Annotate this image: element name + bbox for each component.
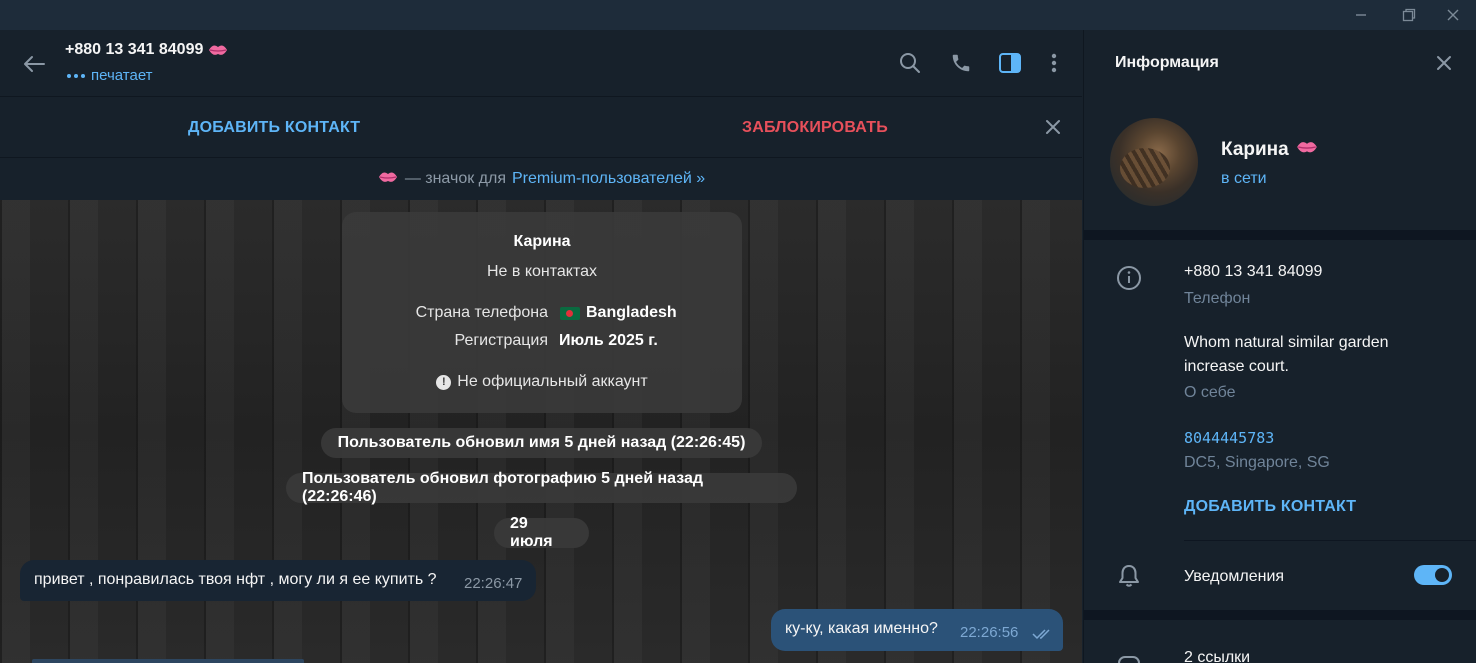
- divider-line: [1184, 540, 1476, 541]
- typing-status: печатает: [67, 67, 153, 84]
- info-icon: [1115, 264, 1143, 292]
- date-separator: 29 июля: [494, 515, 589, 550]
- partial-message-bubble: [32, 659, 304, 663]
- profile-name-text: Карина: [1221, 139, 1289, 160]
- add-contact-button[interactable]: ДОБАВИТЬ КОНТАКТ: [1184, 498, 1356, 516]
- exclamation-icon: !: [436, 374, 452, 390]
- panel-title: Информация: [1115, 54, 1219, 71]
- links-count[interactable]: 2 ссылки: [1184, 649, 1250, 663]
- unofficial-account-note: ! Не официальный аккаунт: [342, 373, 742, 391]
- online-status: в сети: [1221, 170, 1267, 187]
- incoming-message[interactable]: привет , понравилась твоя нфт , могу ли …: [20, 560, 536, 601]
- phone-number[interactable]: +880 13 341 84099: [1184, 263, 1322, 281]
- message-time: 22:26:47: [464, 575, 523, 592]
- premium-link[interactable]: Premium-пользователей »: [512, 170, 705, 188]
- avatar[interactable]: [1110, 118, 1198, 206]
- premium-notice-text: — значок для: [404, 170, 506, 187]
- typing-dots-icon: [67, 73, 85, 78]
- kiss-emoji-icon: [207, 42, 229, 58]
- message-text: привет , понравилась твоя нфт , могу ли …: [34, 571, 437, 588]
- section-divider: [1084, 610, 1476, 620]
- datacenter-info: DC5, Singapore, SG: [1184, 454, 1330, 471]
- back-arrow-icon[interactable]: [18, 48, 50, 80]
- bangladesh-flag-icon: [560, 306, 580, 320]
- bio-label: О себе: [1184, 384, 1236, 401]
- more-vertical-icon[interactable]: [1041, 50, 1067, 76]
- kiss-emoji-icon: [377, 169, 399, 190]
- double-check-icon: [1032, 627, 1054, 645]
- country-value-text: Bangladesh: [586, 304, 677, 321]
- kiss-emoji-icon: [1295, 138, 1319, 162]
- message-text: ку-ку, какая именно?: [785, 620, 938, 637]
- chat-header: +880 13 341 84099 печатает: [0, 30, 1082, 97]
- card-name: Карина: [513, 233, 571, 250]
- peer-info-card: Карина Не в контактах Страна телефона Ba…: [342, 212, 742, 413]
- bio-line-1: Whom natural similar garden: [1184, 334, 1389, 351]
- service-message: Пользователь обновил фотографию 5 дней н…: [286, 470, 797, 505]
- phone-label: Телефон: [1184, 290, 1251, 307]
- phone-icon[interactable]: [948, 50, 974, 76]
- user-info-panel: Информация Карина в сети +880 13 341 840…: [1083, 30, 1476, 663]
- registration-label: Регистрация: [454, 332, 548, 349]
- chat-title-text: +880 13 341 84099: [65, 41, 204, 58]
- country-value: Bangladesh: [560, 304, 677, 322]
- user-id-link[interactable]: 8044445783: [1184, 429, 1274, 447]
- profile-name: Карина: [1221, 138, 1319, 162]
- sidebar-toggle-icon[interactable]: [997, 50, 1023, 76]
- close-icon[interactable]: [1431, 50, 1457, 76]
- typing-status-text: печатает: [91, 67, 153, 84]
- window-titlebar: [0, 0, 1476, 30]
- window-close-icon[interactable]: [1430, 0, 1476, 30]
- link-icon: [1115, 648, 1143, 663]
- block-user-button[interactable]: ЗАБЛОКИРОВАТЬ: [742, 119, 888, 137]
- notifications-label: Уведомления: [1184, 568, 1285, 585]
- unofficial-account-text: Не официальный аккаунт: [457, 373, 648, 390]
- restore-icon[interactable]: [1386, 0, 1432, 30]
- premium-badge-notice: — значок для Premium-пользователей »: [0, 158, 1082, 200]
- card-contact-status: Не в контактах: [486, 263, 598, 280]
- bio-line-2: increase court.: [1184, 358, 1289, 375]
- add-contact-button[interactable]: ДОБАВИТЬ КОНТАКТ: [188, 119, 360, 137]
- chat-title[interactable]: +880 13 341 84099: [65, 41, 229, 59]
- contact-action-bar: ДОБАВИТЬ КОНТАКТ ЗАБЛОКИРОВАТЬ: [0, 98, 1082, 158]
- country-label: Страна телефона: [415, 304, 548, 321]
- bell-icon: [1115, 562, 1143, 590]
- outgoing-message[interactable]: ку-ку, какая именно? 22:26:56: [771, 609, 1063, 651]
- notifications-toggle[interactable]: [1414, 565, 1452, 585]
- section-divider: [1084, 230, 1476, 240]
- close-icon[interactable]: [1040, 114, 1066, 140]
- search-icon[interactable]: [897, 50, 923, 76]
- registration-value: Июль 2025 г.: [559, 332, 658, 349]
- service-message: Пользователь обновил имя 5 дней назад (2…: [321, 428, 762, 458]
- minimize-icon[interactable]: [1338, 0, 1384, 30]
- message-time: 22:26:56: [960, 624, 1019, 641]
